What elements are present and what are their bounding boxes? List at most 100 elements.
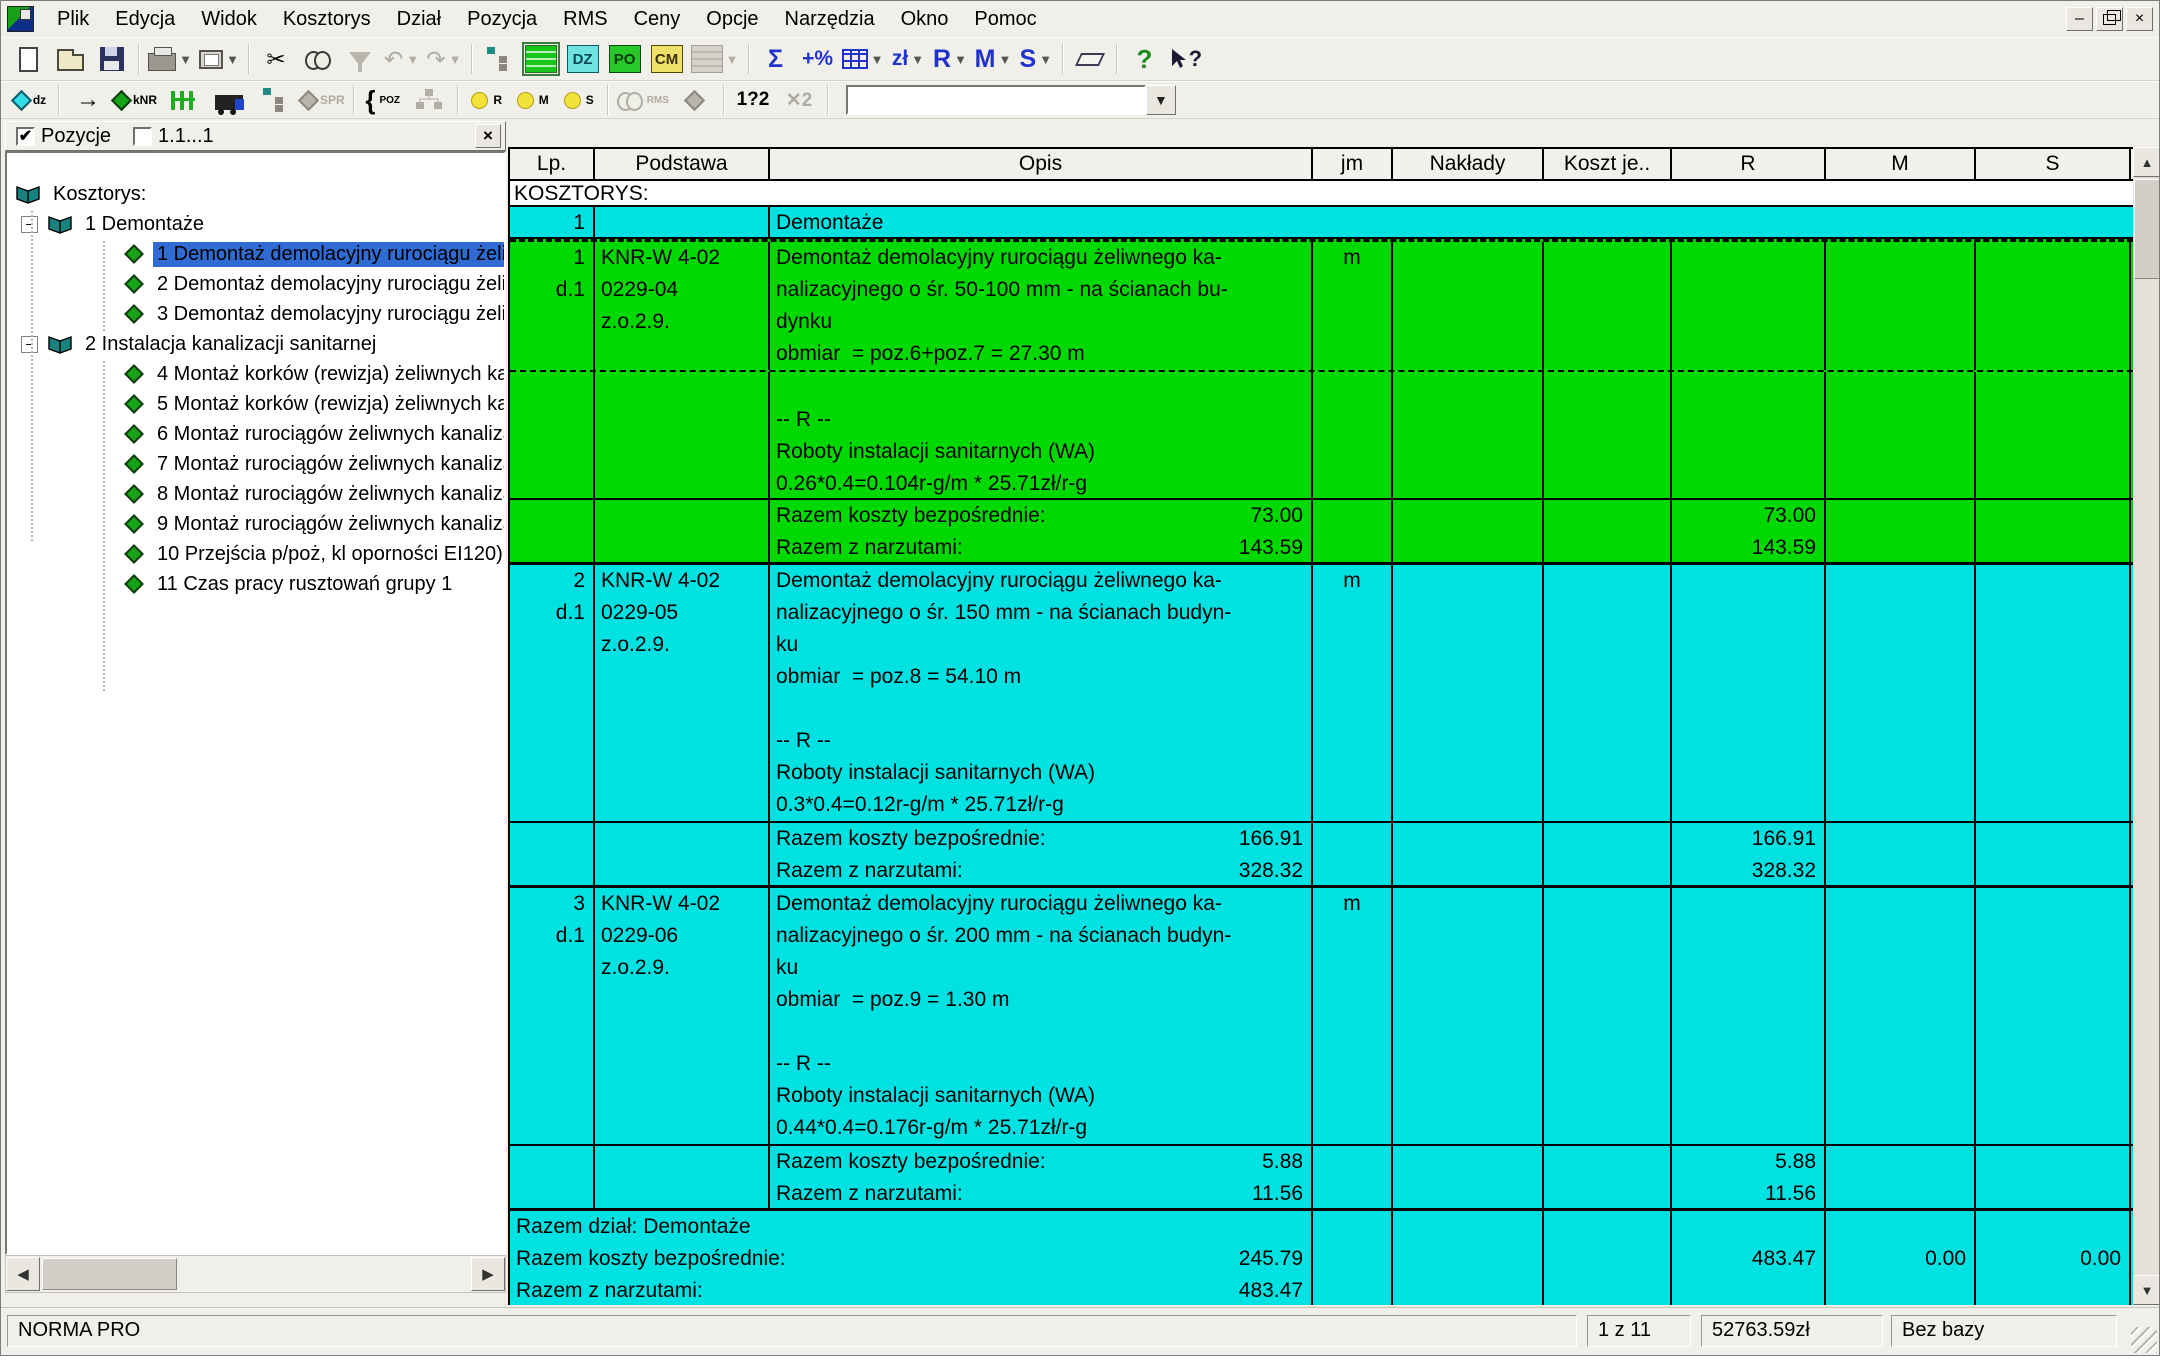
print-button[interactable]: ▼ — [145, 42, 196, 76]
kosztorys-title-row[interactable]: KOSZTORYS: — [510, 181, 2133, 207]
tree-item-pozycja-8[interactable]: 8 Montaż rurociągów żeliwnych kanaliza — [7, 479, 504, 509]
combobox-value[interactable] — [846, 85, 1146, 115]
tree-item-pozycja-2[interactable]: 2 Demontaż demolacyjny rurociągu żeliw — [7, 269, 504, 299]
tree-item-pozycja-5[interactable]: 5 Montaż korków (rewizja) żeliwnych kar — [7, 389, 504, 419]
sort-zl-button[interactable]: zł▼ — [888, 42, 930, 76]
position-2-summary[interactable]: Razem koszty bezpośrednie:166.91Razem z … — [510, 821, 2133, 885]
menu-dzial[interactable]: Dział — [384, 4, 454, 35]
position-2-description[interactable]: 2d.1 KNR-W 4-020229-05z.o.2.9. Demontaż … — [510, 565, 2133, 693]
cut-button[interactable]: ✂ — [255, 42, 297, 76]
markup-percent-button[interactable]: +% — [797, 42, 839, 76]
new-document-button[interactable] — [7, 42, 49, 76]
column-header-r[interactable]: R — [1672, 149, 1826, 179]
org-chart-button[interactable] — [406, 84, 452, 116]
filter-button[interactable] — [339, 42, 381, 76]
tree-item-pozycja-4[interactable]: 4 Montaż korków (rewizja) żeliwnych kar — [7, 359, 504, 389]
sum-button[interactable]: Σ — [755, 42, 797, 76]
table-layout-button[interactable]: ▼ — [839, 42, 888, 76]
r-insert-button[interactable]: R — [464, 84, 510, 116]
scroll-left-button[interactable]: ◀ — [6, 1257, 40, 1291]
undo-dropdown[interactable]: ▼ — [405, 52, 420, 67]
menu-pozycja[interactable]: Pozycja — [454, 4, 550, 35]
position-row-3[interactable]: 3d.1 KNR-W 4-020229-06z.o.2.9. Demontaż … — [510, 888, 2133, 1211]
tree-item-pozycja-11[interactable]: 11 Czas pracy rusztowań grupy 1 — [7, 569, 504, 599]
close-button[interactable]: × — [2126, 7, 2153, 31]
preview-button[interactable]: ▼ — [196, 42, 243, 76]
scrollbar-thumb[interactable] — [2134, 179, 2160, 279]
renumber-button[interactable]: 1?2 — [730, 84, 776, 116]
collapse-icon[interactable]: − — [21, 336, 38, 353]
column-header-m[interactable]: M — [1826, 149, 1976, 179]
insert-position-button[interactable]: → — [65, 84, 111, 116]
menu-edycja[interactable]: Edycja — [102, 4, 188, 35]
tree-item-dzial-1[interactable]: − 1 Demontaże — [7, 209, 504, 239]
tree-root[interactable]: Kosztorys: — [7, 179, 504, 209]
transport-button[interactable] — [206, 84, 252, 116]
table-layout-dropdown[interactable]: ▼ — [870, 52, 885, 67]
position-3-summary[interactable]: Razem koszty bezpośrednie:5.88Razem z na… — [510, 1144, 2133, 1208]
m-insert-button[interactable]: M — [510, 84, 556, 116]
position-2-r-section[interactable]: 1* -- R --Roboty instalacji sanitarnych … — [510, 693, 2133, 821]
position-row-2[interactable]: 2d.1 KNR-W 4-020229-05z.o.2.9. Demontaż … — [510, 565, 2133, 888]
position-row-1[interactable]: 1d.1 KNR-W 4-020229-04z.o.2.9. Demontaż … — [510, 239, 2133, 565]
menu-widok[interactable]: Widok — [188, 4, 270, 35]
range-checkbox[interactable] — [133, 127, 152, 146]
bookmark-tree-button[interactable] — [478, 42, 520, 76]
insert-dzial-button[interactable]: dz — [7, 84, 53, 116]
tree-item-pozycja-1[interactable]: 1 Demontaż demolacyjny rurociągu żeliw — [7, 239, 504, 269]
rms-replace-button[interactable] — [672, 84, 718, 116]
view-cm-button[interactable]: CM — [646, 42, 688, 76]
tree-item-dzial-2[interactable]: − 2 Instalacja kanalizacji sanitarnej — [7, 329, 504, 359]
save-button[interactable] — [91, 42, 133, 76]
open-button[interactable] — [49, 42, 91, 76]
panel-close-button[interactable]: × — [475, 124, 501, 148]
tree-item-pozycja-10[interactable]: 10 Przejścia p/poż, kl oporności EI120) — [7, 539, 504, 569]
s-dropdown[interactable]: ▼ — [1038, 52, 1053, 67]
tree-item-pozycja-9[interactable]: 9 Montaż rurociągów żeliwnych kanaliza — [7, 509, 504, 539]
dzial-row[interactable]: 1 Demontaże — [510, 207, 2133, 239]
tree-item-pozycja-7[interactable]: 7 Montaż rurociągów żeliwnych kanaliza — [7, 449, 504, 479]
position-1-summary[interactable]: Razem koszty bezpośrednie:73.00Razem z n… — [510, 498, 2133, 562]
table-vertical-scrollbar[interactable]: ▲ ▼ — [2133, 147, 2160, 1305]
sort-zl-dropdown[interactable]: ▼ — [910, 52, 925, 67]
s-rates-button[interactable]: S▼ — [1015, 42, 1057, 76]
redo-button[interactable]: ↷▼ — [423, 42, 465, 76]
view-po-button[interactable]: PO — [604, 42, 646, 76]
menu-pomoc[interactable]: Pomoc — [961, 4, 1049, 35]
print-dropdown[interactable]: ▼ — [178, 52, 193, 67]
scrollbar-thumb[interactable] — [42, 1258, 177, 1290]
column-header-s[interactable]: S — [1976, 149, 2131, 179]
column-header-lp[interactable]: Lp. — [510, 149, 595, 179]
collapse-icon[interactable]: − — [21, 216, 38, 233]
menu-okno[interactable]: Okno — [888, 4, 962, 35]
tree-item-pozycja-3[interactable]: 3 Demontaż demolacyjny rurociągu żeliw — [7, 299, 504, 329]
rms-find-button[interactable]: RMS — [614, 84, 672, 116]
pozycje-checkbox[interactable]: ✔ — [16, 127, 35, 146]
position-1-r-section[interactable]: 1* -- R --Roboty instalacji sanitarnych … — [510, 370, 2133, 498]
view-table-button[interactable]: ▼ — [688, 42, 743, 76]
context-help-button[interactable]: ? — [1165, 42, 1207, 76]
minimize-button[interactable]: – — [2066, 7, 2093, 31]
undo-button[interactable]: ↶▼ — [381, 42, 423, 76]
scroll-right-button[interactable]: ▶ — [471, 1257, 505, 1291]
preview-dropdown[interactable]: ▼ — [225, 52, 240, 67]
dzial-summary[interactable]: Razem dział: Demontaże Razem koszty bezp… — [510, 1211, 2133, 1305]
spr-button[interactable]: SPR — [298, 84, 348, 116]
tree-item-pozycja-6[interactable]: 6 Montaż rurociągów żeliwnych kanaliza — [7, 419, 504, 449]
position-3-description[interactable]: 3d.1 KNR-W 4-020229-06z.o.2.9. Demontaż … — [510, 888, 2133, 1016]
scroll-up-button[interactable]: ▲ — [2133, 147, 2160, 177]
m-dropdown[interactable]: ▼ — [997, 52, 1012, 67]
find-button[interactable] — [297, 42, 339, 76]
menu-opcje[interactable]: Opcje — [693, 4, 771, 35]
m-rates-button[interactable]: M▼ — [972, 42, 1016, 76]
help-button[interactable]: ? — [1123, 42, 1165, 76]
menu-kosztorys[interactable]: Kosztorys — [270, 4, 384, 35]
menu-plik[interactable]: Plik — [44, 4, 102, 35]
eraser-button[interactable] — [1069, 42, 1111, 76]
insert-knr-button[interactable]: kNR — [111, 84, 160, 116]
redo-dropdown[interactable]: ▼ — [448, 52, 463, 67]
position-1-description[interactable]: 1d.1 KNR-W 4-020229-04z.o.2.9. Demontaż … — [510, 242, 2133, 370]
menu-narzedzia[interactable]: Narzędzia — [772, 4, 888, 35]
insert-fence-button[interactable] — [160, 84, 206, 116]
menu-ceny[interactable]: Ceny — [621, 4, 694, 35]
